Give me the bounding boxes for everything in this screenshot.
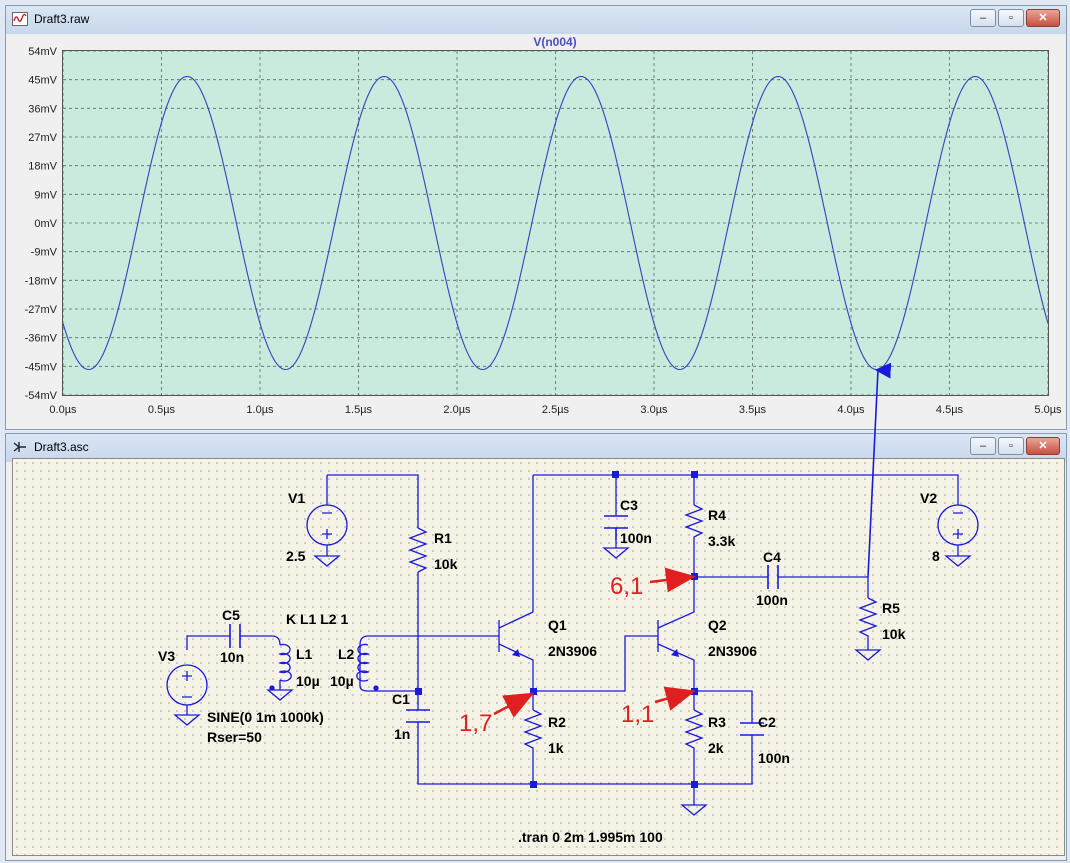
- y-tick-label: 36mV: [28, 103, 57, 115]
- x-tick-label: 2.0µs: [443, 404, 471, 416]
- minimize-button[interactable]: –: [970, 437, 996, 455]
- x-tick-label: 5.0µs: [1034, 404, 1062, 416]
- close-button[interactable]: ✕: [1026, 437, 1060, 455]
- restore-button[interactable]: ▫: [998, 437, 1024, 455]
- y-tick-label: -45mV: [25, 361, 58, 373]
- close-icon: ✕: [1038, 440, 1048, 452]
- y-tick-label: 54mV: [28, 46, 57, 58]
- schematic-window-title: Draft3.asc: [34, 440, 89, 454]
- trace-label[interactable]: V(n004): [533, 35, 576, 49]
- restore-icon: ▫: [1009, 440, 1013, 452]
- y-tick-label: 45mV: [28, 75, 57, 87]
- y-tick-label: 27mV: [28, 132, 57, 144]
- x-tick-label: 0.5µs: [148, 404, 176, 416]
- x-tick-label: 2.5µs: [542, 404, 570, 416]
- x-tick-label: 1.5µs: [345, 404, 373, 416]
- schematic-canvas[interactable]: [12, 458, 1065, 856]
- y-tick-label: -54mV: [25, 390, 58, 402]
- y-tick-label: -9mV: [31, 247, 58, 259]
- schematic-file-icon: [13, 442, 26, 452]
- waveform-plot: [63, 51, 1048, 395]
- y-tick-label: 9mV: [34, 189, 57, 201]
- minimize-icon: –: [979, 440, 987, 452]
- y-tick-label: 18mV: [28, 161, 57, 173]
- y-tick-label: -18mV: [25, 275, 58, 287]
- y-tick-label: -27mV: [25, 304, 58, 316]
- x-tick-label: 0.0µs: [49, 404, 77, 416]
- x-tick-label: 1.0µs: [246, 404, 274, 416]
- y-tick-label: -36mV: [25, 333, 58, 345]
- x-tick-label: 3.5µs: [739, 404, 767, 416]
- x-tick-label: 4.0µs: [837, 404, 865, 416]
- x-tick-label: 4.5µs: [936, 404, 964, 416]
- y-tick-label: 0mV: [34, 218, 57, 230]
- waveform-plot-area[interactable]: [62, 50, 1049, 396]
- x-tick-label: 3.0µs: [640, 404, 668, 416]
